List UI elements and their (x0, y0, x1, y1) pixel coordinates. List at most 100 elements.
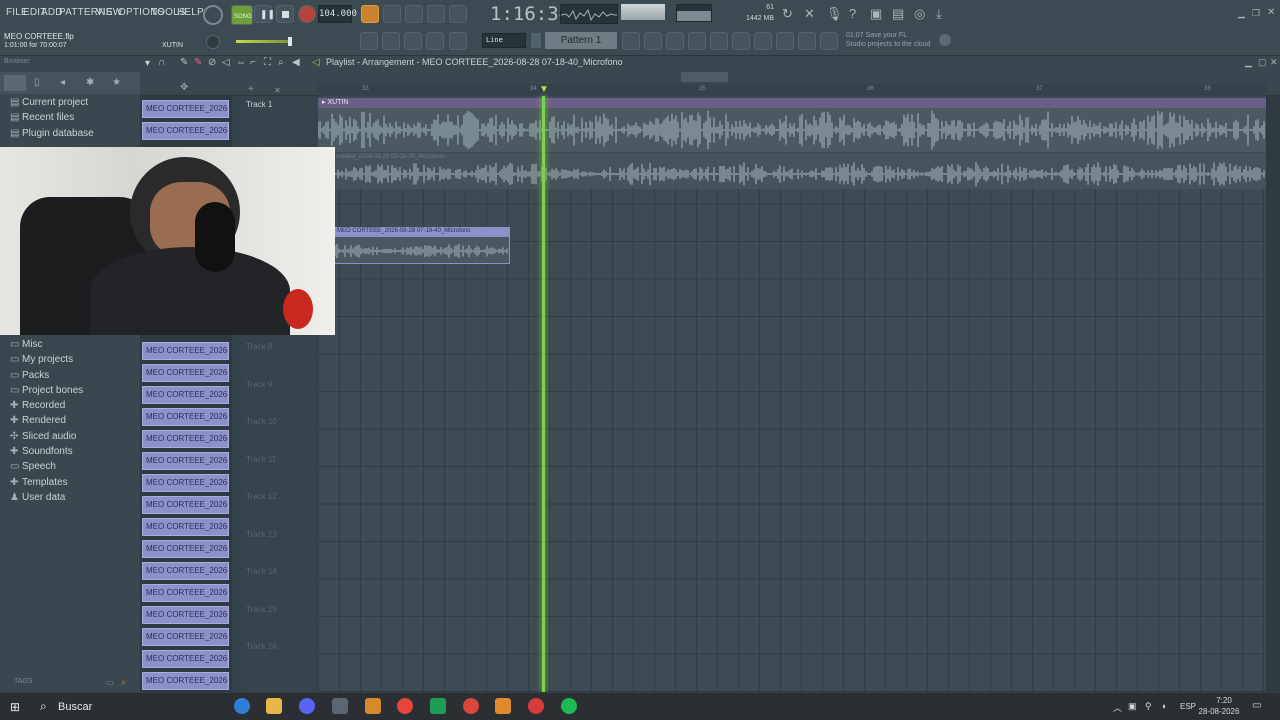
clip-list-item[interactable]: MEO CORTEEE_2026-0... (142, 408, 229, 426)
track-12-label[interactable]: Track 13 (246, 530, 277, 539)
windows-start-icon[interactable]: ⊞ (10, 700, 20, 714)
minimize-icon[interactable]: ▁ (1238, 8, 1245, 19)
stop-button[interactable] (276, 5, 294, 23)
countdown-button[interactable] (405, 5, 423, 23)
playhead[interactable] (542, 96, 545, 692)
obs-icon[interactable] (528, 698, 544, 714)
clip-list-item[interactable]: MEO CORTEEE_2026-0... (142, 474, 229, 492)
timeline-ruler[interactable]: 33 34 35 36 37 38 ▼ (318, 84, 1266, 96)
tags-folder-icon[interactable]: ▭ (106, 678, 114, 687)
browser-back-icon[interactable] (4, 75, 26, 91)
browser-files-icon[interactable]: ▯ (34, 77, 40, 88)
magnet-icon[interactable]: ∩ (158, 57, 165, 68)
clip-list-item[interactable]: MEO CORTEEE_2026-0... (142, 386, 229, 404)
vertical-scrollbar[interactable] (1266, 96, 1280, 692)
piano-roll-icon[interactable] (360, 32, 378, 50)
horizontal-scrollbar[interactable] (681, 72, 728, 82)
zoom-tool-icon[interactable]: ⌕ (278, 57, 284, 68)
playlist-icon[interactable] (622, 32, 640, 50)
track-7-label[interactable]: Track 8 (246, 342, 272, 351)
browser-item-my-projects[interactable]: ▭ My projects (10, 353, 73, 367)
slip-tool-icon[interactable]: ⇔ (236, 57, 246, 68)
browser-item-speech[interactable]: ▭ Speech (10, 460, 56, 474)
browser-item-sliced-audio[interactable]: ✣ Sliced audio (10, 430, 76, 444)
browser-item-misc[interactable]: ▭ Misc (10, 338, 43, 352)
tray-volume-icon[interactable]: ◖ (1161, 701, 1166, 711)
menu-help[interactable]: HELP (177, 7, 204, 18)
tray-mic-icon[interactable]: ⚲ (1145, 701, 1152, 712)
browser-item-current-project[interactable]: ▤ Current project (10, 96, 88, 110)
playhead-marker-icon[interactable]: ▼ (539, 84, 549, 95)
browser-item-recorded[interactable]: ✚ Recorded (10, 399, 65, 413)
browser-item-templates[interactable]: ✚ Templates (10, 476, 68, 490)
clip-list-item[interactable]: MEO CORTEEE_2026-0... (142, 122, 229, 140)
draw-tool-icon[interactable] (404, 32, 422, 50)
add-track-icon[interactable]: + (248, 84, 254, 95)
song-mode-button[interactable]: SONG (231, 5, 253, 25)
file-explorer-icon[interactable] (266, 698, 282, 714)
song-position-display[interactable]: 1:16:34 (490, 3, 570, 25)
step-edit-button[interactable] (427, 5, 445, 23)
clip-list-item[interactable]: MEO CORTEEE_2026-0... (142, 606, 229, 624)
clip-list-item[interactable]: MEO CORTEEE_2026-0... (142, 672, 229, 690)
playlist-close-icon[interactable]: ✕ (1270, 57, 1278, 68)
browser-view-icon[interactable] (710, 32, 728, 50)
browser-item-rendered[interactable]: ✚ Rendered (10, 414, 66, 428)
cloud-icon[interactable] (820, 32, 838, 50)
clip-list-item[interactable]: MEO CORTEEE_2026-0... (142, 452, 229, 470)
clip-list-item[interactable]: MEO CORTEEE_2026-0... (142, 430, 229, 448)
touch-keyboard-icon[interactable] (754, 32, 772, 50)
clip-list-item[interactable]: MEO CORTEEE_2026-0... (142, 364, 229, 382)
track-11-label[interactable]: Track 12 (246, 492, 277, 501)
playback-tool-icon[interactable]: ◀ (292, 57, 300, 68)
browser-item-user-data[interactable]: ♟ User data (10, 491, 65, 505)
close-window-icon[interactable]: ✕ (1267, 7, 1275, 18)
wait-input-button[interactable] (383, 5, 401, 23)
restore-icon[interactable]: ❐ (1252, 8, 1260, 19)
edge-icon[interactable] (234, 698, 250, 714)
panic-icon[interactable]: ✕ (804, 6, 815, 22)
track-9-label[interactable]: Track 10 (246, 417, 277, 426)
clip-list-item[interactable]: MEO CORTEEE_2026-0... (142, 100, 229, 118)
pencil-tool-icon[interactable]: ✎ (180, 57, 188, 68)
notifications-icon[interactable]: ▭ (1252, 700, 1261, 711)
track-14-label[interactable]: Track 15 (246, 605, 277, 614)
audio-clip-lane-1[interactable]: ▸ XUTIN (318, 98, 1266, 152)
chat-icon[interactable]: ◎ (914, 6, 925, 22)
playlist-play-icon[interactable]: ◁ (312, 57, 320, 68)
master-volume-slider[interactable] (236, 37, 292, 46)
help-icon[interactable]: ? (849, 6, 856, 21)
pattern-picker-icon[interactable]: ✥ (180, 82, 188, 93)
microphone-icon[interactable]: 🎙 (826, 6, 843, 22)
store-icon[interactable] (332, 698, 348, 714)
browser-item-plugin-database[interactable]: ▤ Plugin database (10, 127, 94, 141)
search-icon[interactable]: ⌕ (121, 677, 126, 688)
snap-dropdown-icon[interactable] (531, 33, 541, 48)
taskbar-search-box[interactable]: Buscar (58, 701, 92, 713)
tuner-icon[interactable] (776, 32, 794, 50)
snap-selector[interactable]: Line (482, 33, 526, 48)
track-8-label[interactable]: Track 9 (246, 380, 272, 389)
track-1-label[interactable]: Track 1 (246, 100, 272, 109)
playlist-arrow-icon[interactable] (382, 32, 400, 50)
clip-list-item[interactable]: MEO CORTEEE_2026-0... (142, 628, 229, 646)
hint-settings-icon[interactable] (939, 34, 951, 46)
tray-language[interactable]: ESP (1180, 702, 1196, 711)
clip-list-item[interactable]: MEO CORTEEE_2026-0... (142, 496, 229, 514)
track-13-label[interactable]: Track 14 (246, 567, 277, 576)
audio-clip-lane-2[interactable]: untitled_2026-08-28 05-35-05_Microfono (334, 153, 1266, 189)
slice-tool-icon[interactable]: ⌐ (250, 57, 256, 68)
chrome-icon[interactable] (397, 698, 413, 714)
tray-clock-time[interactable]: 7:20 (1206, 696, 1242, 705)
metronome-button[interactable] (361, 5, 379, 23)
pause-button[interactable]: ❚❚ (254, 5, 275, 23)
paint-tool-icon[interactable]: ✎ (194, 57, 202, 68)
audio-clip-3[interactable]: MEO CORTEEE_2026-08-28 07-18-40_Microfon… (334, 227, 510, 264)
piano-roll-view-icon[interactable] (666, 32, 684, 50)
fl-studio-icon[interactable] (365, 698, 381, 714)
chrome-profile-icon[interactable] (463, 698, 479, 714)
clip-list-item[interactable]: MEO CORTEEE_2026-0... (142, 540, 229, 558)
loop-record-button[interactable] (449, 5, 467, 23)
browser-star-icon[interactable]: ★ (112, 77, 121, 88)
mixer-view-icon[interactable] (688, 32, 706, 50)
